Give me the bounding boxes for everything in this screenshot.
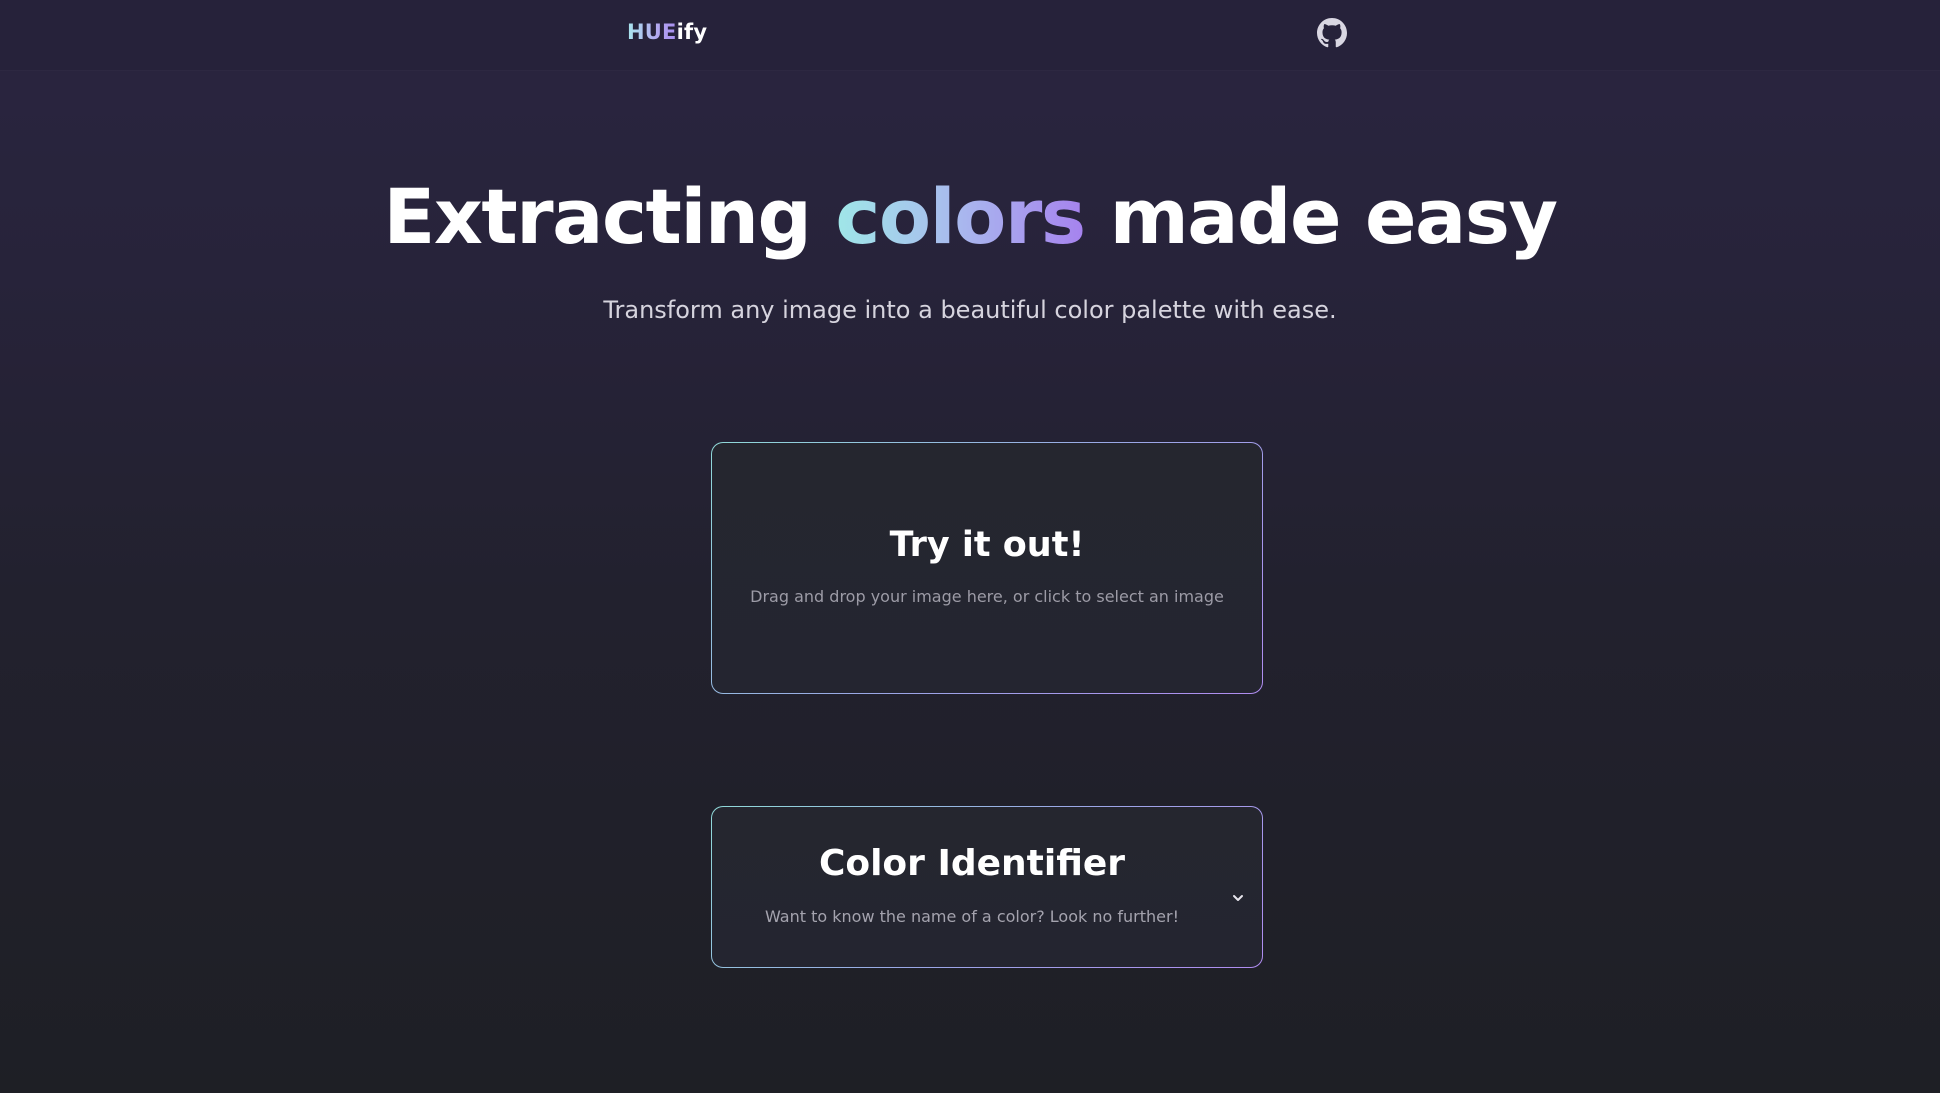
github-icon[interactable]: [1317, 18, 1347, 48]
color-identifier-title: Color Identifier: [818, 843, 1126, 884]
top-navigation-bar: HUEify: [0, 0, 1940, 70]
chevron-down-icon[interactable]: [1231, 891, 1245, 905]
hero-title: Extracting colors made easy: [0, 172, 1940, 262]
dropzone-title: Try it out!: [889, 525, 1085, 565]
image-dropzone[interactable]: Try it out! Drag and drop your image her…: [711, 442, 1263, 694]
hero-title-before: Extracting: [383, 172, 811, 261]
color-identifier-panel[interactable]: Color Identifier Want to know the name o…: [711, 806, 1263, 968]
huify-logo[interactable]: HUEify: [627, 20, 707, 44]
hero-title-accent: colors: [835, 172, 1086, 261]
logo-ify-text: ify: [676, 20, 708, 44]
color-identifier-description: Want to know the name of a color? Look n…: [765, 907, 1179, 926]
logo-hue-text: HUE: [627, 20, 677, 44]
dropzone-description: Drag and drop your image here, or click …: [750, 587, 1224, 606]
hero-title-after: made easy: [1109, 172, 1559, 261]
hero-subtitle: Transform any image into a beautiful col…: [603, 296, 1337, 324]
